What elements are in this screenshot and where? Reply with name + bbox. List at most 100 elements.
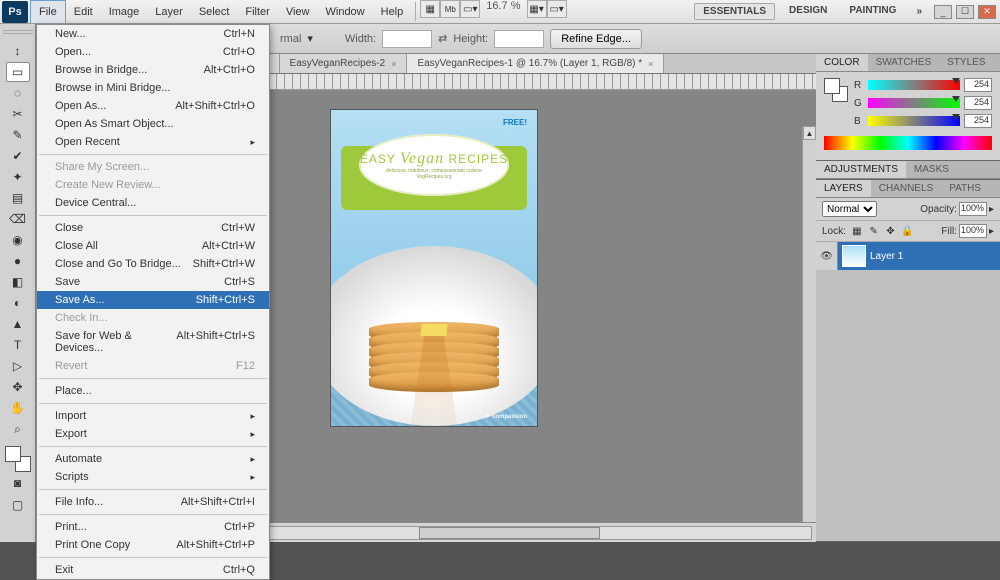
menu-item-close-all[interactable]: Close AllAlt+Ctrl+W [37, 237, 269, 255]
tool-15[interactable]: ▷ [6, 356, 30, 376]
layer-row[interactable]: 👁 Layer 1 [816, 242, 1000, 270]
value-B[interactable]: 254 [964, 114, 992, 128]
zoom-display[interactable]: 16.7 % [486, 0, 520, 23]
slider-B[interactable] [868, 116, 960, 126]
tool-9[interactable]: ◉ [6, 230, 30, 250]
menu-item-scripts[interactable]: Scripts [37, 468, 269, 486]
horizontal-scrollbar[interactable] [207, 526, 812, 540]
view-extras-icon[interactable]: ▭▾ [460, 0, 480, 18]
quickmask-icon[interactable]: ◙ [6, 473, 30, 493]
foreground-color-swatch[interactable] [5, 446, 21, 462]
color-swatches[interactable] [5, 446, 31, 472]
menu-item-open-as-smart-object[interactable]: Open As Smart Object... [37, 115, 269, 133]
document-tab[interactable]: EasyVeganRecipes-1 @ 16.7% (Layer 1, RGB… [407, 54, 664, 73]
color-panel-swatch[interactable] [824, 78, 848, 102]
tool-0[interactable]: ↕ [6, 41, 30, 61]
swap-icon[interactable]: ⇄ [438, 32, 447, 45]
menu-help[interactable]: Help [373, 0, 412, 23]
fill-flyout-icon[interactable]: ▸ [989, 226, 994, 237]
layer-visibility-icon[interactable]: 👁 [816, 242, 838, 270]
opacity-value[interactable]: 100% [959, 202, 987, 216]
width-input[interactable] [382, 30, 432, 48]
menu-item-close-and-go-to-bridge[interactable]: Close and Go To Bridge...Shift+Ctrl+W [37, 255, 269, 273]
menu-select[interactable]: Select [191, 0, 238, 23]
tab-color[interactable]: COLOR [816, 54, 868, 71]
tool-18[interactable]: ⌕ [6, 419, 30, 439]
menu-item-browse-in-mini-bridge[interactable]: Browse in Mini Bridge... [37, 79, 269, 97]
window-minimize-button[interactable]: _ [934, 5, 952, 19]
tool-12[interactable]: ◐ [6, 293, 30, 313]
value-R[interactable]: 254 [964, 78, 992, 92]
tool-3[interactable]: ✂ [6, 104, 30, 124]
refine-edge-button[interactable]: Refine Edge... [550, 29, 642, 49]
arrange-icon[interactable]: ▦▾ [527, 0, 547, 18]
menu-item-print[interactable]: Print...Ctrl+P [37, 518, 269, 536]
window-close-button[interactable]: ✕ [978, 5, 996, 19]
menu-item-device-central[interactable]: Device Central... [37, 194, 269, 212]
menu-window[interactable]: Window [318, 0, 373, 23]
tab-channels[interactable]: CHANNELS [871, 180, 941, 197]
menu-filter[interactable]: Filter [237, 0, 277, 23]
menu-item-place[interactable]: Place... [37, 382, 269, 400]
tool-1[interactable]: ▭ [6, 62, 30, 82]
lock-paint-icon[interactable]: ✎ [867, 226, 881, 237]
menu-item-automate[interactable]: Automate [37, 450, 269, 468]
workspace-essentials[interactable]: ESSENTIALS [694, 3, 775, 20]
screenmode-tool-icon[interactable]: ▢ [6, 495, 30, 515]
tool-2[interactable]: ◌ [6, 83, 30, 103]
lock-all-icon[interactable]: 🔒 [900, 226, 914, 237]
layer-name[interactable]: Layer 1 [870, 251, 903, 262]
bridge-icon[interactable]: ▦ [420, 0, 440, 18]
scroll-up-icon[interactable]: ▲ [803, 126, 816, 140]
menu-item-open-as[interactable]: Open As...Alt+Shift+Ctrl+O [37, 97, 269, 115]
lock-position-icon[interactable]: ✥ [883, 226, 897, 237]
menu-view[interactable]: View [278, 0, 318, 23]
panel-grip[interactable] [3, 30, 33, 36]
menu-layer[interactable]: Layer [147, 0, 191, 23]
tab-close-icon[interactable]: × [391, 59, 396, 69]
slider-G[interactable] [868, 98, 960, 108]
screen-mode-icon[interactable]: ▭▾ [547, 0, 567, 18]
lock-transparent-icon[interactable]: ▦ [850, 226, 864, 237]
tool-10[interactable]: ● [6, 251, 30, 271]
menu-image[interactable]: Image [101, 0, 148, 23]
menu-file[interactable]: File [30, 0, 66, 23]
tab-styles[interactable]: STYLES [939, 54, 993, 71]
color-spectrum[interactable] [824, 136, 992, 150]
height-input[interactable] [494, 30, 544, 48]
workspace-more[interactable]: » [908, 4, 930, 19]
menu-item-file-info[interactable]: File Info...Alt+Shift+Ctrl+I [37, 493, 269, 511]
mini-bridge-icon[interactable]: Mb [440, 0, 460, 18]
fill-value[interactable]: 100% [959, 224, 987, 238]
menu-item-exit[interactable]: ExitCtrl+Q [37, 561, 269, 579]
tool-14[interactable]: T [6, 335, 30, 355]
tool-8[interactable]: ⌫ [6, 209, 30, 229]
layer-thumbnail[interactable] [842, 245, 866, 267]
slider-R[interactable] [868, 80, 960, 90]
menu-item-print-one-copy[interactable]: Print One CopyAlt+Shift+Ctrl+P [37, 536, 269, 554]
tab-layers[interactable]: LAYERS [816, 180, 871, 197]
workspace-design[interactable]: DESIGN [781, 3, 835, 20]
opacity-flyout-icon[interactable]: ▸ [989, 204, 994, 215]
tab-masks[interactable]: MASKS [906, 161, 957, 178]
tool-7[interactable]: ▤ [6, 188, 30, 208]
tab-close-icon[interactable]: × [648, 59, 653, 69]
window-maximize-button[interactable]: ☐ [956, 5, 974, 19]
tool-16[interactable]: ✥ [6, 377, 30, 397]
tool-11[interactable]: ◧ [6, 272, 30, 292]
workspace-painting[interactable]: PAINTING [841, 3, 904, 20]
tool-6[interactable]: ✦ [6, 167, 30, 187]
menu-item-new[interactable]: New...Ctrl+N [37, 25, 269, 43]
menu-item-save-as[interactable]: Save As...Shift+Ctrl+S [37, 291, 269, 309]
tool-17[interactable]: ✋ [6, 398, 30, 418]
tool-5[interactable]: ✔ [6, 146, 30, 166]
tool-4[interactable]: ✎ [6, 125, 30, 145]
tool-13[interactable]: ▲ [6, 314, 30, 334]
menu-item-export[interactable]: Export [37, 425, 269, 443]
vertical-scrollbar[interactable]: ▲ [802, 126, 816, 522]
menu-item-open-recent[interactable]: Open Recent [37, 133, 269, 151]
value-G[interactable]: 254 [964, 96, 992, 110]
menu-item-save-for-web-devices[interactable]: Save for Web & Devices...Alt+Shift+Ctrl+… [37, 327, 269, 357]
normal-dropdown[interactable]: rmal [280, 33, 301, 45]
menu-item-browse-in-bridge[interactable]: Browse in Bridge...Alt+Ctrl+O [37, 61, 269, 79]
